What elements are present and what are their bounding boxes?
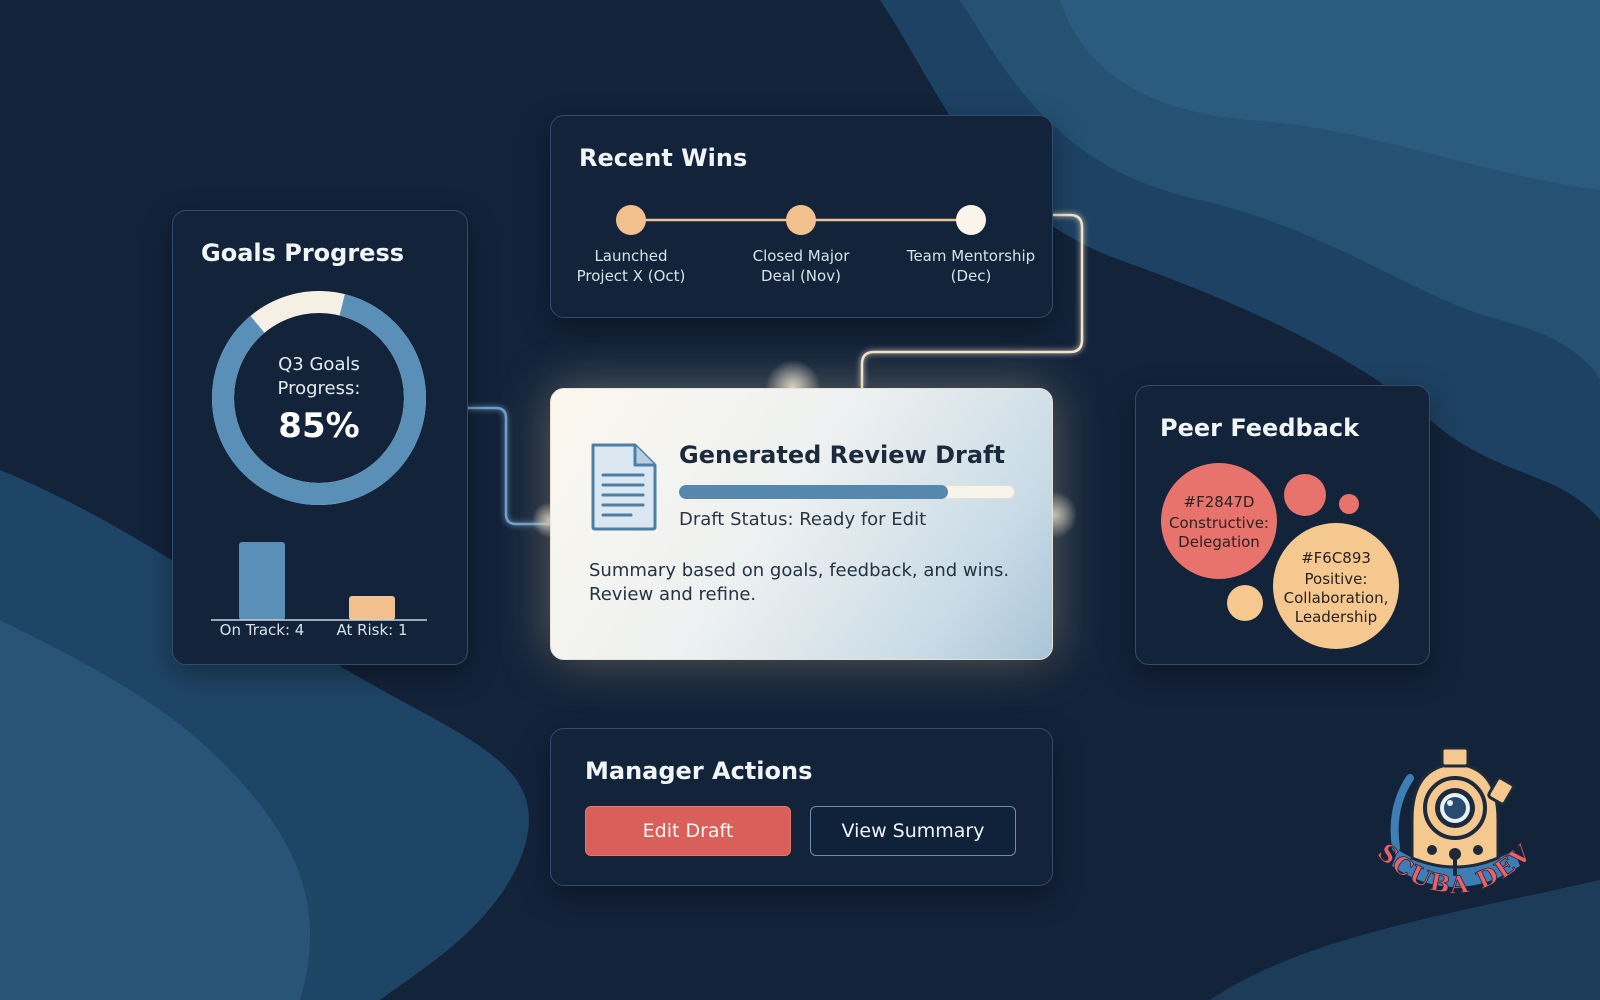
bubble-tiny-red <box>1339 494 1359 514</box>
bubble-small-peach <box>1227 585 1263 621</box>
scuba-dev-logo: SCUBA DEV <box>1372 746 1536 900</box>
milestone-label-oct: Launched Project X (Oct) <box>576 247 686 285</box>
goals-progress-card: Goals Progress Q3 Goals Progress: 85% On… <box>172 210 468 665</box>
milestone-dot-dec <box>956 205 986 235</box>
ring-label: Q3 Goals Progress: <box>277 354 361 399</box>
constructive-code: #F2847D <box>1183 493 1255 511</box>
milestone-dot-oct <box>616 205 646 235</box>
manager-actions-title: Manager Actions <box>585 757 813 785</box>
peer-feedback-card: Peer Feedback #F2847D Constructive: Dele… <box>1135 385 1430 665</box>
bar-label-on-track: On Track: 4 <box>219 621 305 639</box>
positive-code: #F6C893 <box>1301 549 1371 567</box>
milestone-label-dec: Team Mentorship (Dec) <box>906 247 1036 285</box>
milestone-dot-nov <box>786 205 816 235</box>
draft-status: Draft Status: Ready for Edit <box>679 509 927 530</box>
bar-label-at-risk: At Risk: 1 <box>336 621 408 639</box>
draft-progress-bar <box>679 485 1015 499</box>
draft-summary: Summary based on goals, feedback, and wi… <box>589 560 1010 605</box>
recent-wins-card: Recent Wins Launched Project X (Oct) Clo… <box>550 115 1053 318</box>
bar-at-risk <box>349 596 395 620</box>
ring-value: 85% <box>278 406 360 446</box>
goals-progress-title: Goals Progress <box>201 239 405 267</box>
draft-title: Generated Review Draft <box>679 441 1005 469</box>
view-summary-button[interactable]: View Summary <box>810 806 1016 856</box>
bubble-small-red <box>1284 474 1326 516</box>
review-draft-card[interactable]: Generated Review Draft Draft Status: Rea… <box>550 388 1053 660</box>
milestone-label-nov: Closed Major Deal (Nov) <box>752 247 850 285</box>
bar-on-track <box>239 542 285 620</box>
edit-draft-button[interactable]: Edit Draft <box>585 806 791 856</box>
draft-progress-fill <box>679 485 948 499</box>
document-icon <box>591 443 657 531</box>
goals-bar-chart <box>211 542 427 621</box>
manager-actions-card: Manager Actions Edit Draft View Summary <box>550 728 1053 886</box>
constructive-text: Constructive: Delegation <box>1169 514 1269 551</box>
positive-text: Positive: Collaboration, Leadership <box>1283 570 1389 626</box>
wins-timeline <box>616 205 986 235</box>
